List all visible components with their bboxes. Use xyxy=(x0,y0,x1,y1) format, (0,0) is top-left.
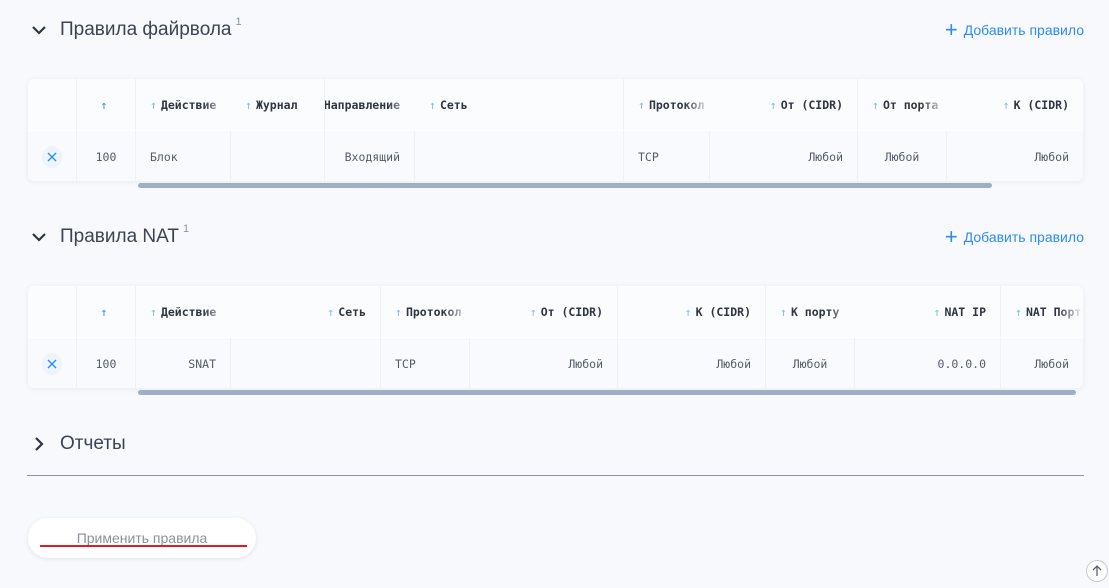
cell-direction: Входящий xyxy=(325,131,415,181)
header-cell-nat-port[interactable]: ↑ NAT Порт xyxy=(1001,286,1083,337)
chevron-down-icon[interactable] xyxy=(28,226,50,248)
red-underline-mark xyxy=(40,545,247,547)
row-delete-cell xyxy=(28,131,77,181)
header-cell-network[interactable]: ↑ Сеть xyxy=(231,286,381,337)
sort-arrow-icon: ↑ xyxy=(933,304,941,319)
add-firewall-rule-label: Добавить правило xyxy=(963,22,1084,38)
sort-arrow-icon: ↑ xyxy=(638,97,645,112)
firewall-section-header[interactable]: Правила файрвола 1 xyxy=(28,15,242,45)
header-cell-priority[interactable]: ↑ xyxy=(77,79,136,130)
add-nat-rule-label: Добавить правило xyxy=(963,229,1084,245)
plus-icon: + xyxy=(944,17,958,42)
sort-arrow-icon: ↑ xyxy=(100,97,108,112)
cell-from-cidr: Любой xyxy=(710,131,858,181)
close-icon xyxy=(47,152,57,161)
header-cell-nat-ip[interactable]: ↑ NAT IP xyxy=(855,286,1001,337)
nat-rules-table: ↑ ↑ Действие ↑ Сеть ↑ Протокол ↑ От (CIDR) ↑… xyxy=(28,286,1083,388)
arrow-up-icon xyxy=(1092,565,1102,576)
table-row[interactable]: 100 SNAT TCP Любой Любой Любой 0.0.0.0 Л… xyxy=(28,338,1083,388)
sort-arrow-icon: ↑ xyxy=(872,97,879,112)
header-cell-protocol[interactable]: ↑ Протокол xyxy=(381,286,470,337)
header-cell-direction[interactable]: ↑Направление xyxy=(325,79,415,130)
add-firewall-rule-button[interactable]: + Добавить правило xyxy=(945,19,1084,41)
nat-section-title: Правила NAT xyxy=(60,226,180,247)
header-cell-protocol[interactable]: ↑ Протокол xyxy=(624,79,710,130)
section-divider xyxy=(27,475,1084,476)
delete-rule-button[interactable] xyxy=(42,145,62,168)
sort-arrow-icon: ↑ xyxy=(684,304,692,319)
table-header-row: ↑ ↑Действие ↑Журнал ↑Направление ↑Сеть ↑… xyxy=(28,79,1083,130)
cell-nat-port: Любой xyxy=(1034,356,1069,371)
header-cell-to-cidr[interactable]: ↑ К (CIDR) xyxy=(618,286,766,337)
sort-arrow-icon: ↑ xyxy=(769,97,777,112)
apply-rules-label: Применить правила xyxy=(76,530,208,546)
sort-arrow-icon: ↑ xyxy=(100,304,108,319)
firewall-section-title: Правила файрвола xyxy=(60,19,232,40)
cell-log xyxy=(231,131,325,181)
horizontal-scrollbar[interactable] xyxy=(138,390,1076,395)
horizontal-scrollbar[interactable] xyxy=(138,183,992,188)
reports-section-title: Отчеты xyxy=(60,433,126,454)
delete-rule-button[interactable] xyxy=(42,352,62,375)
table-row[interactable]: 100 Блок Входящий TCP Любой Любой Любой xyxy=(28,131,1083,181)
table-header-row: ↑ ↑ Действие ↑ Сеть ↑ Протокол ↑ От (CIDR) ↑… xyxy=(28,286,1083,337)
cell-action: Блок xyxy=(136,131,231,181)
header-cell-network[interactable]: ↑ Сеть xyxy=(415,79,624,130)
chevron-down-icon[interactable] xyxy=(28,19,50,41)
add-nat-rule-button[interactable]: + Добавить правило xyxy=(945,226,1084,248)
header-cell-from-cidr[interactable]: ↑ От (CIDR) xyxy=(710,79,858,130)
row-delete-cell xyxy=(28,338,77,388)
sort-arrow-icon: ↑ xyxy=(150,304,157,319)
header-cell-from-cidr[interactable]: ↑ От (CIDR) xyxy=(470,286,618,337)
header-cell-select xyxy=(28,286,77,337)
sort-arrow-icon: ↑ xyxy=(1015,304,1022,319)
cell-to-port: Любой xyxy=(766,338,855,388)
header-cell-log[interactable]: ↑ Журнал xyxy=(231,79,325,130)
header-cell-to-port[interactable]: ↑ К порту xyxy=(766,286,855,337)
cell-to-cidr: Любой xyxy=(1034,149,1069,164)
cell-to-cidr: Любой xyxy=(618,338,766,388)
cell-network xyxy=(231,338,381,388)
scroll-to-top-button[interactable] xyxy=(1086,560,1108,582)
header-cell-select xyxy=(28,79,77,130)
cell-protocol: TCP xyxy=(381,338,470,388)
nat-rule-count: 1 xyxy=(183,223,190,235)
sort-arrow-icon: ↑ xyxy=(150,97,157,112)
plus-icon: + xyxy=(944,224,958,249)
firewall-rule-count: 1 xyxy=(235,16,242,28)
sort-arrow-icon: ↑ xyxy=(780,304,787,319)
firewall-rules-table: ↑ ↑Действие ↑Журнал ↑Направление ↑Сеть ↑… xyxy=(28,79,1083,181)
header-cell-from-port[interactable]: ↑ От порта xyxy=(858,79,947,130)
sort-arrow-icon: ↑ xyxy=(529,304,537,319)
cell-network xyxy=(415,131,624,181)
apply-rules-button[interactable]: Применить правила xyxy=(28,518,256,558)
cell-priority: 100 xyxy=(77,338,136,388)
chevron-right-icon[interactable] xyxy=(28,433,50,455)
nat-section-header[interactable]: Правила NAT 1 xyxy=(28,222,189,252)
sort-arrow-icon: ↑ xyxy=(429,97,436,112)
cell-nat-ip: 0.0.0.0 xyxy=(855,338,1001,388)
reports-section-header[interactable]: Отчеты xyxy=(28,430,126,458)
cell-priority: 100 xyxy=(77,131,136,181)
cell-protocol: TCP xyxy=(624,131,710,181)
header-cell-action[interactable]: ↑ Действие xyxy=(136,79,231,130)
sort-arrow-icon: ↑ xyxy=(327,304,335,319)
sort-arrow-icon: ↑ xyxy=(1002,97,1010,112)
sort-arrow-icon: ↑ xyxy=(245,97,252,112)
sort-arrow-icon: ↑ xyxy=(395,304,402,319)
header-cell-action[interactable]: ↑ Действие xyxy=(136,286,231,337)
header-cell-to-cidr[interactable]: ↑ К (CIDR) xyxy=(947,79,1083,130)
header-cell-priority[interactable]: ↑ xyxy=(77,286,136,337)
cell-from-port: Любой xyxy=(858,131,947,181)
close-icon xyxy=(47,359,57,368)
cell-from-cidr: Любой xyxy=(470,338,618,388)
cell-action: SNAT xyxy=(136,338,231,388)
